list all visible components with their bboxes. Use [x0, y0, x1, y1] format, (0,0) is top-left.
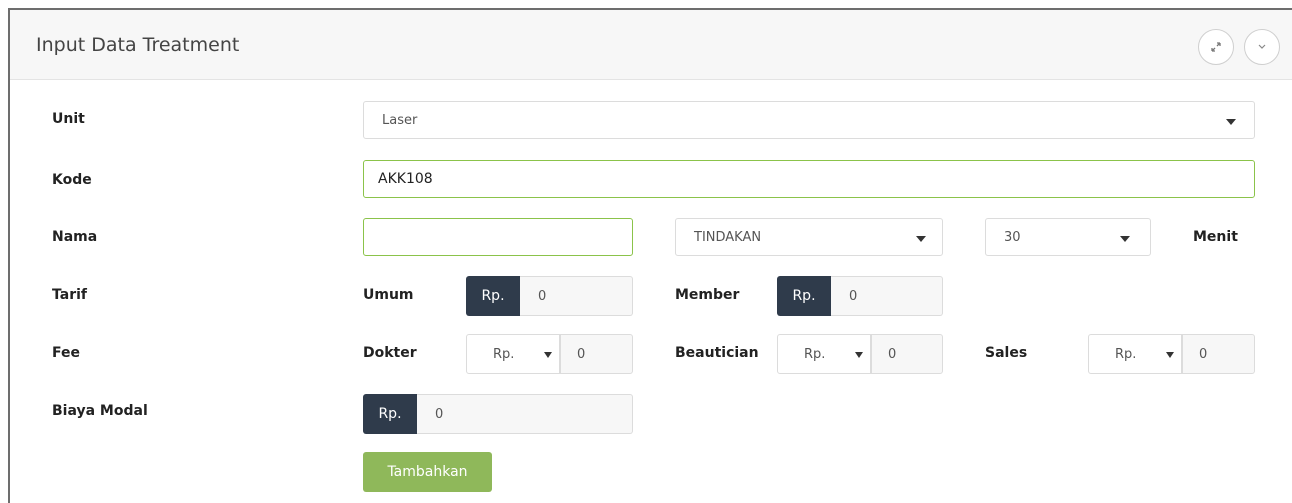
chevron-down-icon	[1258, 44, 1266, 49]
dokter-fee-value: 0	[577, 346, 586, 362]
treatment-type-value: TINDAKAN	[694, 229, 762, 245]
tambahkan-button[interactable]: Tambahkan	[363, 452, 492, 492]
biaya-modal-input[interactable]: 0	[417, 394, 633, 434]
sales-currency-value: Rp.	[1115, 346, 1137, 362]
dokter-label: Dokter	[363, 345, 417, 361]
umum-label: Umum	[363, 287, 414, 303]
umum-tarif-input[interactable]: 0	[520, 276, 633, 316]
sales-currency-select[interactable]: Rp.	[1088, 334, 1182, 374]
panel-header: Input Data Treatment	[10, 10, 1292, 80]
umum-currency-prefix: Rp.	[466, 276, 520, 316]
umum-tarif-value: 0	[538, 288, 547, 304]
unit-label: Unit	[52, 111, 85, 127]
unit-select[interactable]: Laser	[363, 101, 1255, 139]
dokter-currency-value: Rp.	[493, 346, 515, 362]
kode-label: Kode	[52, 172, 92, 188]
panel-title: Input Data Treatment	[36, 34, 240, 56]
expand-button[interactable]	[1198, 29, 1234, 65]
sales-fee-input[interactable]: 0	[1182, 334, 1255, 374]
input-data-treatment-panel: Input Data Treatment Unit Laser Kode AKK…	[8, 8, 1292, 503]
treatment-type-caret-icon	[916, 236, 926, 242]
beautician-label: Beautician	[675, 345, 759, 361]
kode-input[interactable]: AKK108	[363, 160, 1255, 198]
sales-fee-value: 0	[1199, 346, 1208, 362]
member-label: Member	[675, 287, 740, 303]
expand-icon	[1211, 42, 1221, 52]
beautician-currency-select[interactable]: Rp.	[777, 334, 871, 374]
dokter-currency-select[interactable]: Rp.	[466, 334, 560, 374]
beautician-fee-value: 0	[888, 346, 897, 362]
collapse-button[interactable]	[1244, 29, 1280, 65]
beautician-fee-input[interactable]: 0	[871, 334, 943, 374]
unit-select-value: Laser	[382, 112, 418, 128]
biaya-modal-currency-prefix: Rp.	[363, 394, 417, 434]
beautician-currency-value: Rp.	[804, 346, 826, 362]
duration-unit-label: Menit	[1193, 229, 1238, 245]
treatment-type-select[interactable]: TINDAKAN	[675, 218, 943, 256]
member-currency-prefix: Rp.	[777, 276, 831, 316]
dokter-currency-caret-icon	[544, 352, 552, 358]
nama-input[interactable]	[363, 218, 633, 256]
member-tarif-value: 0	[849, 288, 858, 304]
biaya-modal-value: 0	[435, 406, 444, 422]
nama-label: Nama	[52, 229, 98, 245]
duration-value: 30	[1004, 229, 1021, 245]
duration-caret-icon	[1120, 236, 1130, 242]
kode-input-value: AKK108	[378, 171, 433, 187]
duration-select[interactable]: 30	[985, 218, 1151, 256]
sales-label: Sales	[985, 345, 1028, 361]
unit-caret-icon	[1226, 119, 1236, 125]
biaya-modal-label: Biaya Modal	[52, 403, 148, 419]
beautician-currency-caret-icon	[855, 352, 863, 358]
tarif-label: Tarif	[52, 287, 87, 303]
member-tarif-input[interactable]: 0	[831, 276, 943, 316]
sales-currency-caret-icon	[1166, 352, 1174, 358]
dokter-fee-input[interactable]: 0	[560, 334, 633, 374]
fee-label: Fee	[52, 345, 80, 361]
